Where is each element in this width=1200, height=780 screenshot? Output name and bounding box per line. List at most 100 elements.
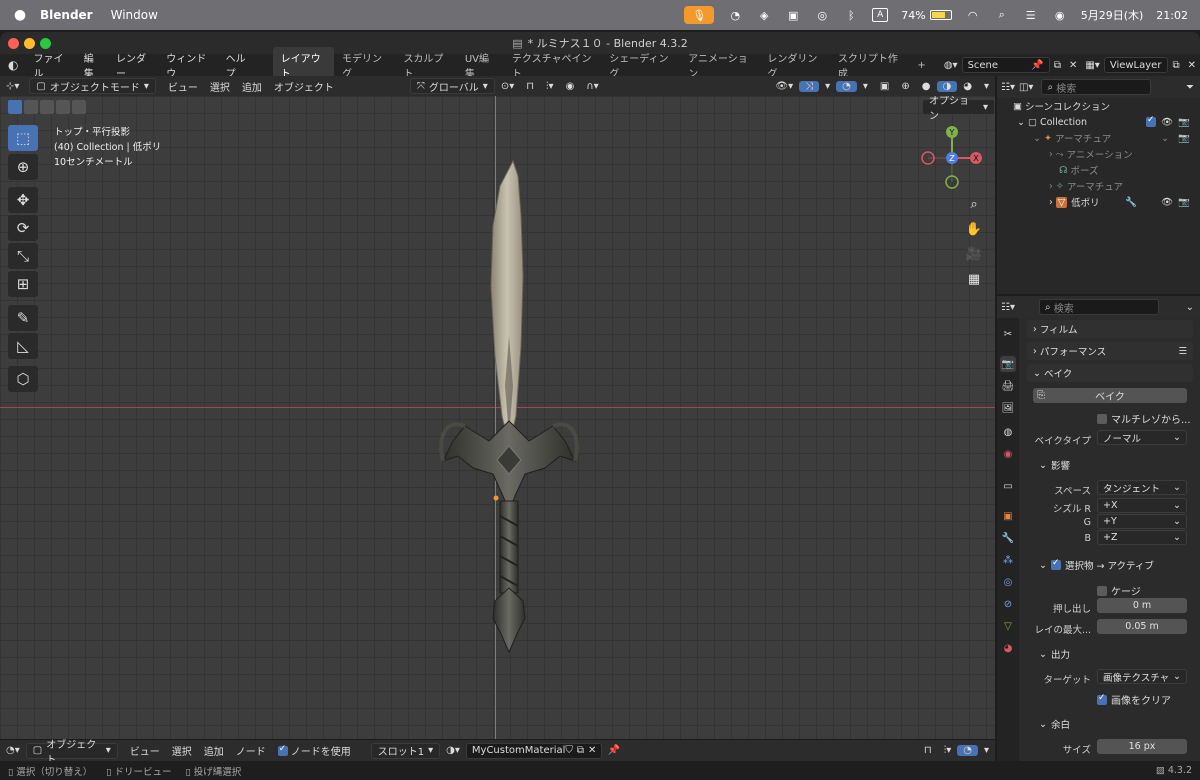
menubar-date[interactable]: 5月29日(木) — [1081, 7, 1144, 23]
zoom-window-button[interactable] — [40, 38, 51, 49]
filter-icon[interactable]: ⏷ — [1186, 82, 1200, 93]
measure-tool[interactable]: ◺ — [8, 333, 38, 359]
add-workspace-button[interactable]: + — [909, 57, 933, 74]
menu-view[interactable]: ビュー — [124, 743, 166, 758]
overlay-toggle-icon[interactable]: ◔ — [957, 745, 978, 756]
physics-tab-icon[interactable]: ◎ — [1000, 574, 1016, 590]
menubar-time[interactable]: 21:02 — [1156, 9, 1188, 22]
chevron-down-icon[interactable]: ⌄ — [1033, 133, 1044, 144]
delete-scene-icon[interactable]: ✕ — [1065, 60, 1081, 71]
apple-icon[interactable]: ● — [0, 7, 40, 23]
overlay-dropdown-icon[interactable]: ▾ — [978, 745, 995, 756]
chevron-right-icon[interactable]: › — [1049, 181, 1056, 192]
pan-hand-icon[interactable]: ✋ — [962, 217, 986, 241]
close-icon[interactable]: ✕ — [588, 745, 596, 756]
overlay-dropdown-icon[interactable]: ▾ — [857, 81, 874, 92]
duplicate-icon[interactable]: ⧉ — [577, 745, 584, 756]
snap-icon[interactable]: ⊓ — [918, 745, 938, 756]
editor-type-icon[interactable]: ☷▾ — [1001, 82, 1015, 93]
shading-solid-icon[interactable]: ● — [916, 81, 937, 92]
camera-icon[interactable]: 📷 — [1178, 133, 1190, 144]
proportional-edit-icon[interactable]: ◉ — [560, 81, 581, 92]
bake-type-dropdown[interactable]: ノーマル ⌄ — [1097, 430, 1187, 445]
microphone-icon[interactable]: 🎙 — [684, 6, 715, 24]
chevron-right-icon[interactable]: › — [1049, 149, 1056, 160]
camera-view-icon[interactable]: 🎥 — [962, 242, 986, 266]
annotate-tool[interactable]: ✎ — [8, 305, 38, 331]
clear-image-toggle[interactable]: 画像をクリア — [1097, 692, 1171, 707]
battery-indicator[interactable]: 74% — [901, 9, 952, 22]
material-field[interactable]: MyCustomMaterial ⛉ ⧉ ✕ — [465, 742, 602, 759]
shading-dropdown-icon[interactable]: ▾ — [978, 81, 995, 92]
siri-icon[interactable]: ◉ — [1052, 8, 1068, 22]
menubar-window-menu[interactable]: Window — [111, 8, 158, 22]
view-layer-icon[interactable]: ▦▾ — [1081, 60, 1103, 71]
armature-data-row[interactable]: › ✧ アーマチュア — [997, 178, 1200, 194]
shading-material-icon[interactable]: ◑ — [936, 80, 958, 92]
scale-tool[interactable]: ⤡ — [8, 243, 38, 269]
multires-checkbox[interactable] — [1097, 413, 1107, 424]
bluetooth-icon[interactable]: ᛒ — [843, 8, 859, 22]
orientation-dropdown[interactable]: ⤧ グローバル ▾ — [409, 78, 495, 94]
xray-toggle-icon[interactable]: ▣ — [874, 81, 895, 92]
performance-panel-header[interactable]: › パフォーマンス ☰ — [1027, 342, 1193, 360]
pose-row[interactable]: ☊ ポーズ — [997, 162, 1200, 178]
outliner-search[interactable]: ⌕ 検索 — [1041, 79, 1152, 95]
add-cube-tool[interactable]: ⬡ — [8, 366, 38, 392]
use-nodes-checkbox[interactable] — [277, 744, 288, 756]
shading-rendered-icon[interactable]: ◕ — [957, 81, 978, 92]
bake-button[interactable]: ⎘ ベイク — [1033, 388, 1187, 403]
wifi-icon[interactable]: ◠ — [965, 8, 981, 22]
animation-row[interactable]: › ⤳ アニメーション — [997, 146, 1200, 162]
options-dropdown[interactable]: オプション ▾ — [922, 96, 995, 122]
max-ray-field[interactable]: 0.05 m — [1097, 619, 1187, 634]
world-tab-icon[interactable]: ◉ — [1000, 446, 1016, 462]
screen-share-icon[interactable]: ◔ — [727, 8, 743, 22]
eye-icon[interactable]: 👁 — [1161, 117, 1173, 128]
transform-tool[interactable]: ⊞ — [8, 271, 38, 297]
rotate-tool[interactable]: ⟳ — [8, 215, 38, 241]
extrusion-field[interactable]: 0 m — [1097, 598, 1187, 613]
spotlight-search-icon[interactable]: ⌕ — [994, 8, 1010, 22]
camera-icon[interactable]: 📷 — [1178, 117, 1190, 128]
cage-checkbox[interactable] — [1097, 585, 1107, 596]
margin-subpanel-header[interactable]: ⌄ 余白 — [1039, 717, 1070, 732]
pin-icon[interactable]: 📌 — [1031, 60, 1043, 71]
menu-select[interactable]: 選択 — [204, 79, 236, 94]
perspective-toggle-icon[interactable]: ▦ — [962, 267, 986, 291]
output-tab-icon[interactable]: 🖨 — [1000, 378, 1016, 394]
pivot-point-icon[interactable]: ⊙▾ — [495, 81, 520, 92]
output-subpanel-header[interactable]: ⌄ 出力 — [1039, 647, 1070, 662]
move-tool[interactable]: ✥ — [8, 187, 38, 213]
collection-checkbox[interactable] — [1146, 115, 1156, 127]
menu-add[interactable]: 追加 — [236, 79, 268, 94]
input-mode-icon[interactable]: A — [872, 8, 889, 22]
menu-object[interactable]: オブジェクト — [268, 79, 340, 94]
view-layer-field[interactable]: ViewLayer — [1103, 57, 1169, 73]
select-box-tool[interactable]: ⬚ — [8, 125, 38, 151]
armature-row[interactable]: ⌄ ✦ アーマチュア ⌄ 📷 — [997, 130, 1200, 146]
visibility-icon[interactable]: 👁▾ — [769, 81, 799, 92]
cursor-tool[interactable]: ⊕ — [8, 154, 38, 180]
use-nodes-toggle[interactable]: ノードを使用 — [272, 743, 357, 758]
editor-type-icon[interactable]: ☷▾ — [1001, 302, 1015, 313]
lowpoly-row[interactable]: › ▽ 低ポリ 🔧 👁 📷 — [997, 194, 1200, 210]
shield-icon[interactable]: ⛉ — [565, 745, 573, 756]
scene-field[interactable]: Scene 📌 — [961, 57, 1050, 73]
collection-row[interactable]: ⌄ ▢ Collection 👁 📷 — [997, 114, 1200, 130]
snap-icon[interactable]: ⊓ — [520, 81, 540, 92]
select-extend-icon[interactable] — [24, 100, 38, 114]
chevron-down-icon[interactable]: ⌄ — [1186, 302, 1200, 313]
chevron-down-icon[interactable]: ⌄ — [1017, 117, 1028, 128]
minimize-window-button[interactable] — [24, 38, 35, 49]
blender-logo-icon[interactable]: ◐ — [0, 58, 26, 72]
properties-search[interactable]: ⌕ 検索 — [1038, 299, 1159, 315]
scene-icon[interactable]: ◍▾ — [944, 60, 958, 71]
swizzle-r-dropdown[interactable]: +X ⌄ — [1097, 498, 1187, 513]
scene-collection-row[interactable]: ▣ シーンコレクション — [997, 98, 1200, 114]
clear-image-checkbox[interactable] — [1097, 693, 1107, 705]
object-type-dropdown[interactable]: ▢ オブジェクト ▾ — [25, 740, 118, 766]
menubar-app-name[interactable]: Blender — [40, 8, 93, 22]
new-scene-icon[interactable]: ⧉ — [1050, 60, 1065, 71]
modifier-wrench-icon[interactable]: 🔧 — [1125, 197, 1137, 208]
